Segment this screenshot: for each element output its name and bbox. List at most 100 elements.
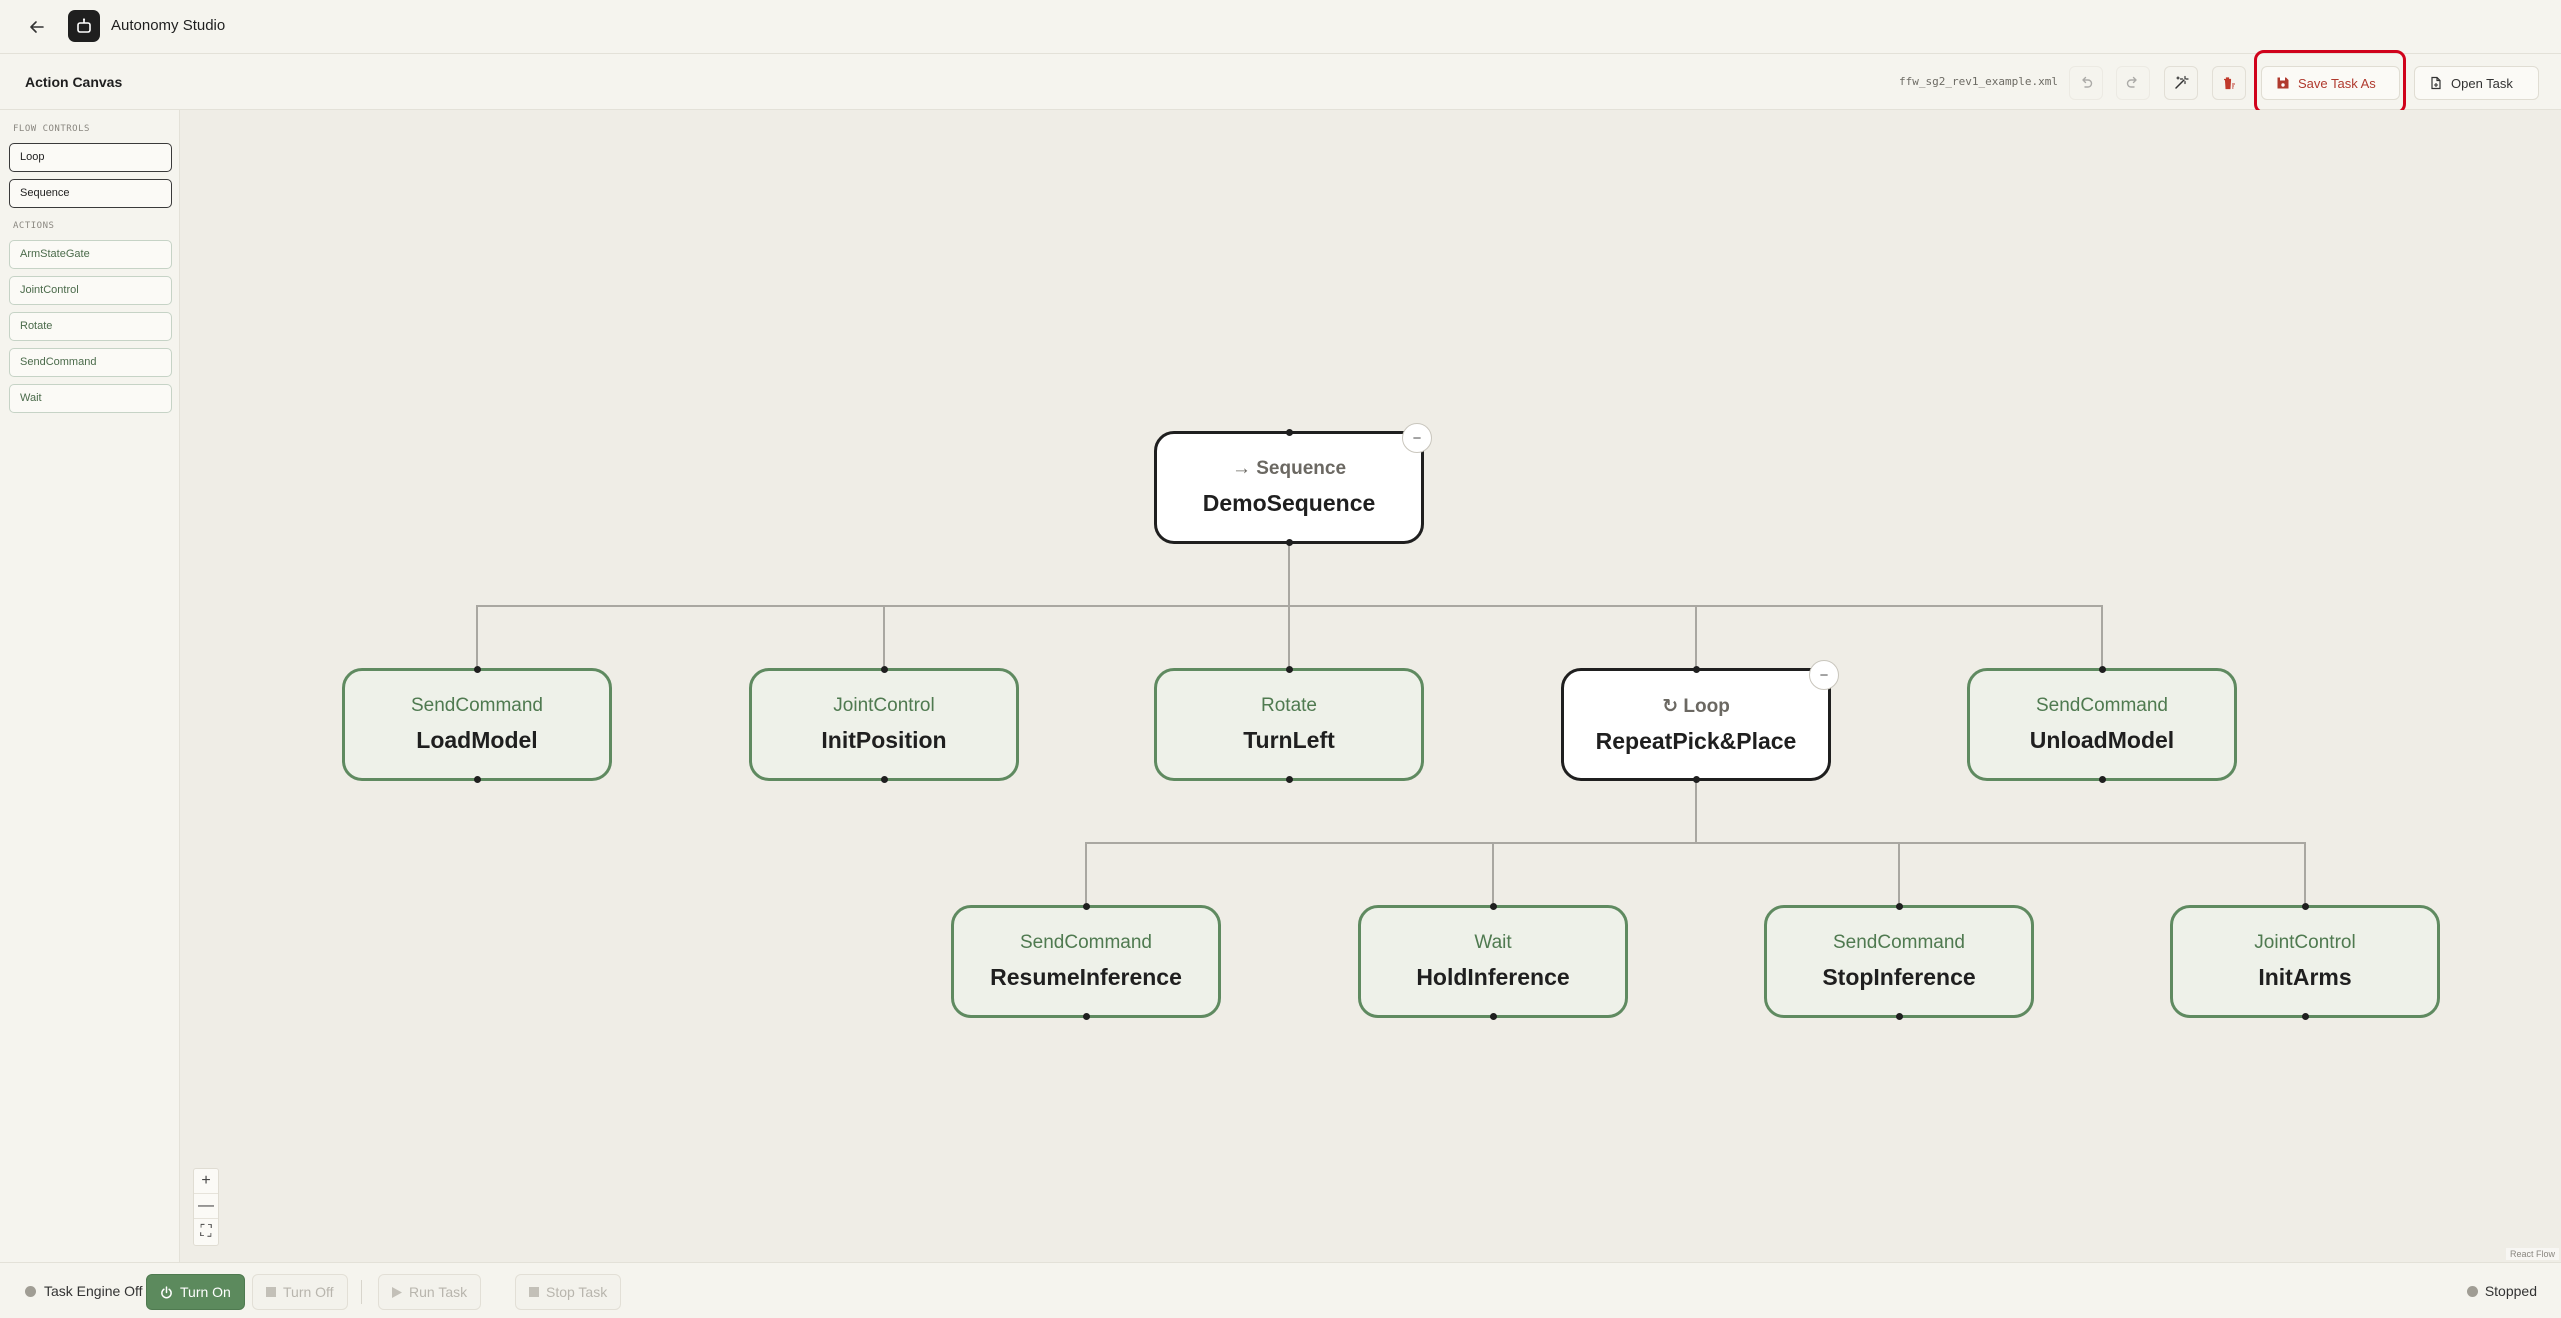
edge-loop-initarms xyxy=(1696,842,2306,903)
node-action[interactable]: Rotate TurnLeft xyxy=(1154,666,1424,783)
node-name-label: LoadModel xyxy=(416,727,538,753)
node-type-label: SendCommand xyxy=(2035,695,2169,716)
turn-on-label: Turn On xyxy=(180,1284,231,1300)
node-handle[interactable] xyxy=(1489,1013,1497,1020)
node-handle[interactable] xyxy=(1285,776,1293,783)
magic-wand-icon xyxy=(2175,75,2189,89)
node-handle[interactable] xyxy=(2301,1013,2309,1020)
node-name-label: TurnLeft xyxy=(1243,727,1335,753)
node-action[interactable]: SendCommand StopInference xyxy=(1764,903,2034,1020)
node-handle[interactable] xyxy=(1285,429,1293,436)
engine-status: Task Engine Off xyxy=(25,1283,143,1299)
node-palette-sidebar: FLOW CONTROLS Loop Sequence ACTIONS ArmS… xyxy=(0,110,180,1262)
run-task-label: Run Task xyxy=(409,1284,468,1300)
node-handle[interactable] xyxy=(1692,776,1700,783)
zoom-controls: + — ⛶ xyxy=(193,1168,219,1246)
zoom-in-button[interactable]: + xyxy=(194,1169,218,1194)
back-arrow-icon[interactable] xyxy=(26,16,48,38)
node-sequence-root[interactable]: → Sequence DemoSequence − xyxy=(1154,423,1432,546)
node-name-label: ResumeInference xyxy=(990,964,1182,990)
node-action[interactable]: JointControl InitArms xyxy=(2170,903,2440,1020)
turn-off-button[interactable]: Turn Off xyxy=(252,1274,348,1310)
undo-icon xyxy=(2082,76,2093,88)
node-type-label: SendCommand xyxy=(410,695,544,716)
node-type-label: → Sequence xyxy=(1231,458,1347,479)
undo-button[interactable] xyxy=(2069,66,2103,100)
node-name-label: DemoSequence xyxy=(1202,490,1376,516)
node-handle[interactable] xyxy=(880,666,888,673)
node-handle[interactable] xyxy=(1489,903,1497,910)
palette-item-jointcontrol[interactable]: JointControl xyxy=(9,276,172,305)
node-handle[interactable] xyxy=(2301,903,2309,910)
node-loop[interactable]: ↻ Loop RepeatPick&Place − xyxy=(1561,660,1839,783)
node-handle[interactable] xyxy=(1895,903,1903,910)
robot-logo-icon xyxy=(68,10,100,42)
node-handle[interactable] xyxy=(2098,666,2106,673)
node-name-label: InitPosition xyxy=(821,727,947,753)
palette-item-loop[interactable]: Loop xyxy=(9,143,172,172)
auto-layout-button[interactable] xyxy=(2164,66,2198,100)
engine-status-dot xyxy=(25,1285,36,1297)
app-title: Autonomy Studio xyxy=(111,17,226,34)
node-action[interactable]: JointControl InitPosition xyxy=(749,666,1019,783)
edge-loop-stopinference xyxy=(1696,842,1900,903)
actions-heading: ACTIONS xyxy=(13,221,55,231)
zoom-out-button[interactable]: — xyxy=(194,1194,218,1219)
run-status-dot xyxy=(2466,1285,2478,1297)
node-handle[interactable] xyxy=(1082,903,1090,910)
task-run-status: Stopped xyxy=(2466,1283,2537,1299)
task-control-bar: Task Engine Off Turn On Turn Off Run Tas… xyxy=(0,1262,2561,1318)
collapse-button[interactable]: − xyxy=(1402,423,1432,453)
open-task-button[interactable]: Open Task xyxy=(2414,66,2539,100)
stop-square-icon xyxy=(529,1287,539,1297)
toolbar-divider xyxy=(361,1280,362,1304)
current-filename: ffw_sg2_rev1_example.xml xyxy=(1899,75,2058,88)
trash-icon xyxy=(2224,77,2235,90)
stop-task-label: Stop Task xyxy=(546,1284,608,1300)
redo-button[interactable] xyxy=(2116,66,2150,100)
node-type-label: Rotate xyxy=(1261,695,1317,716)
edge-root-loop xyxy=(1289,605,1697,666)
turn-off-label: Turn Off xyxy=(283,1284,334,1300)
node-handle[interactable] xyxy=(1082,1013,1090,1020)
node-handle[interactable] xyxy=(2098,776,2106,783)
run-status-label: Stopped xyxy=(2484,1283,2537,1299)
run-task-button[interactable]: Run Task xyxy=(378,1274,482,1310)
node-name-label: StopInference xyxy=(1822,964,1976,990)
collapse-button[interactable]: − xyxy=(1809,660,1839,690)
node-handle[interactable] xyxy=(1692,666,1700,673)
palette-item-armstategate[interactable]: ArmStateGate xyxy=(9,240,172,269)
flow-controls-heading: FLOW CONTROLS xyxy=(13,124,90,134)
node-action[interactable]: SendCommand ResumeInference xyxy=(951,903,1221,1020)
node-handle[interactable] xyxy=(1285,539,1293,546)
node-action[interactable]: SendCommand UnloadModel xyxy=(1967,666,2237,783)
node-action[interactable]: SendCommand LoadModel xyxy=(342,666,612,783)
stop-task-button[interactable]: Stop Task xyxy=(515,1274,622,1310)
canvas-toolbar: Action Canvas ffw_sg2_rev1_example.xml S… xyxy=(0,54,2561,110)
floppy-disk-icon xyxy=(2277,77,2289,89)
palette-item-sequence[interactable]: Sequence xyxy=(9,179,172,208)
palette-item-rotate[interactable]: Rotate xyxy=(9,312,172,341)
edge-root-initposition xyxy=(883,605,1289,666)
node-action[interactable]: Wait HoldInference xyxy=(1358,903,1628,1020)
action-canvas[interactable]: → Sequence DemoSequence − SendCommand Lo… xyxy=(181,110,2561,1262)
play-icon xyxy=(392,1286,402,1298)
node-handle[interactable] xyxy=(1285,666,1293,673)
app-bar: Autonomy Studio xyxy=(0,0,2561,54)
turn-on-button[interactable]: Turn On xyxy=(146,1274,245,1310)
fit-view-button[interactable]: ⛶ xyxy=(194,1219,218,1244)
node-name-label: InitArms xyxy=(2258,964,2352,990)
node-type-label: JointControl xyxy=(833,695,935,716)
node-handle[interactable] xyxy=(880,776,888,783)
save-task-as-button[interactable]: Save Task As xyxy=(2261,66,2400,100)
node-handle[interactable] xyxy=(1895,1013,1903,1020)
node-type-label: SendCommand xyxy=(1019,932,1153,953)
react-flow-attribution[interactable]: React Flow xyxy=(2505,1248,2559,1260)
clear-canvas-button[interactable] xyxy=(2212,66,2246,100)
power-icon xyxy=(161,1285,172,1298)
node-handle[interactable] xyxy=(473,776,481,783)
palette-item-sendcommand[interactable]: SendCommand xyxy=(9,348,172,377)
palette-item-wait[interactable]: Wait xyxy=(9,384,172,413)
node-handle[interactable] xyxy=(473,666,481,673)
node-type-label: Wait xyxy=(1474,932,1512,953)
